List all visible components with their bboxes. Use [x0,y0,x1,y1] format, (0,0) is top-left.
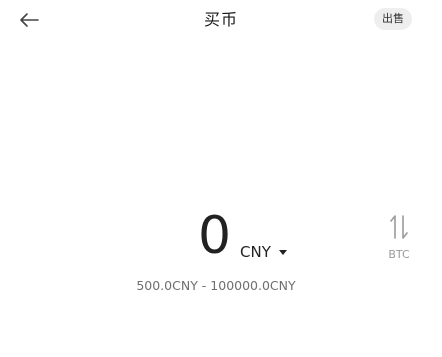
caret-down-icon [278,249,287,255]
currency-switch-button[interactable]: BTC [380,212,418,266]
swap-vertical-icon [390,215,408,239]
amount-input[interactable]: 0 [198,208,231,264]
top-bar: 买币 出售 [0,0,442,40]
sell-button[interactable]: 出售 [374,8,412,30]
currency-selector[interactable]: CNY [240,242,287,262]
amount-row: 0 CNY [0,206,442,266]
currency-label: CNY [240,243,271,261]
switch-currency-label: BTC [388,248,410,261]
amount-range-text: 500.0CNY - 100000.0CNY [136,278,296,293]
